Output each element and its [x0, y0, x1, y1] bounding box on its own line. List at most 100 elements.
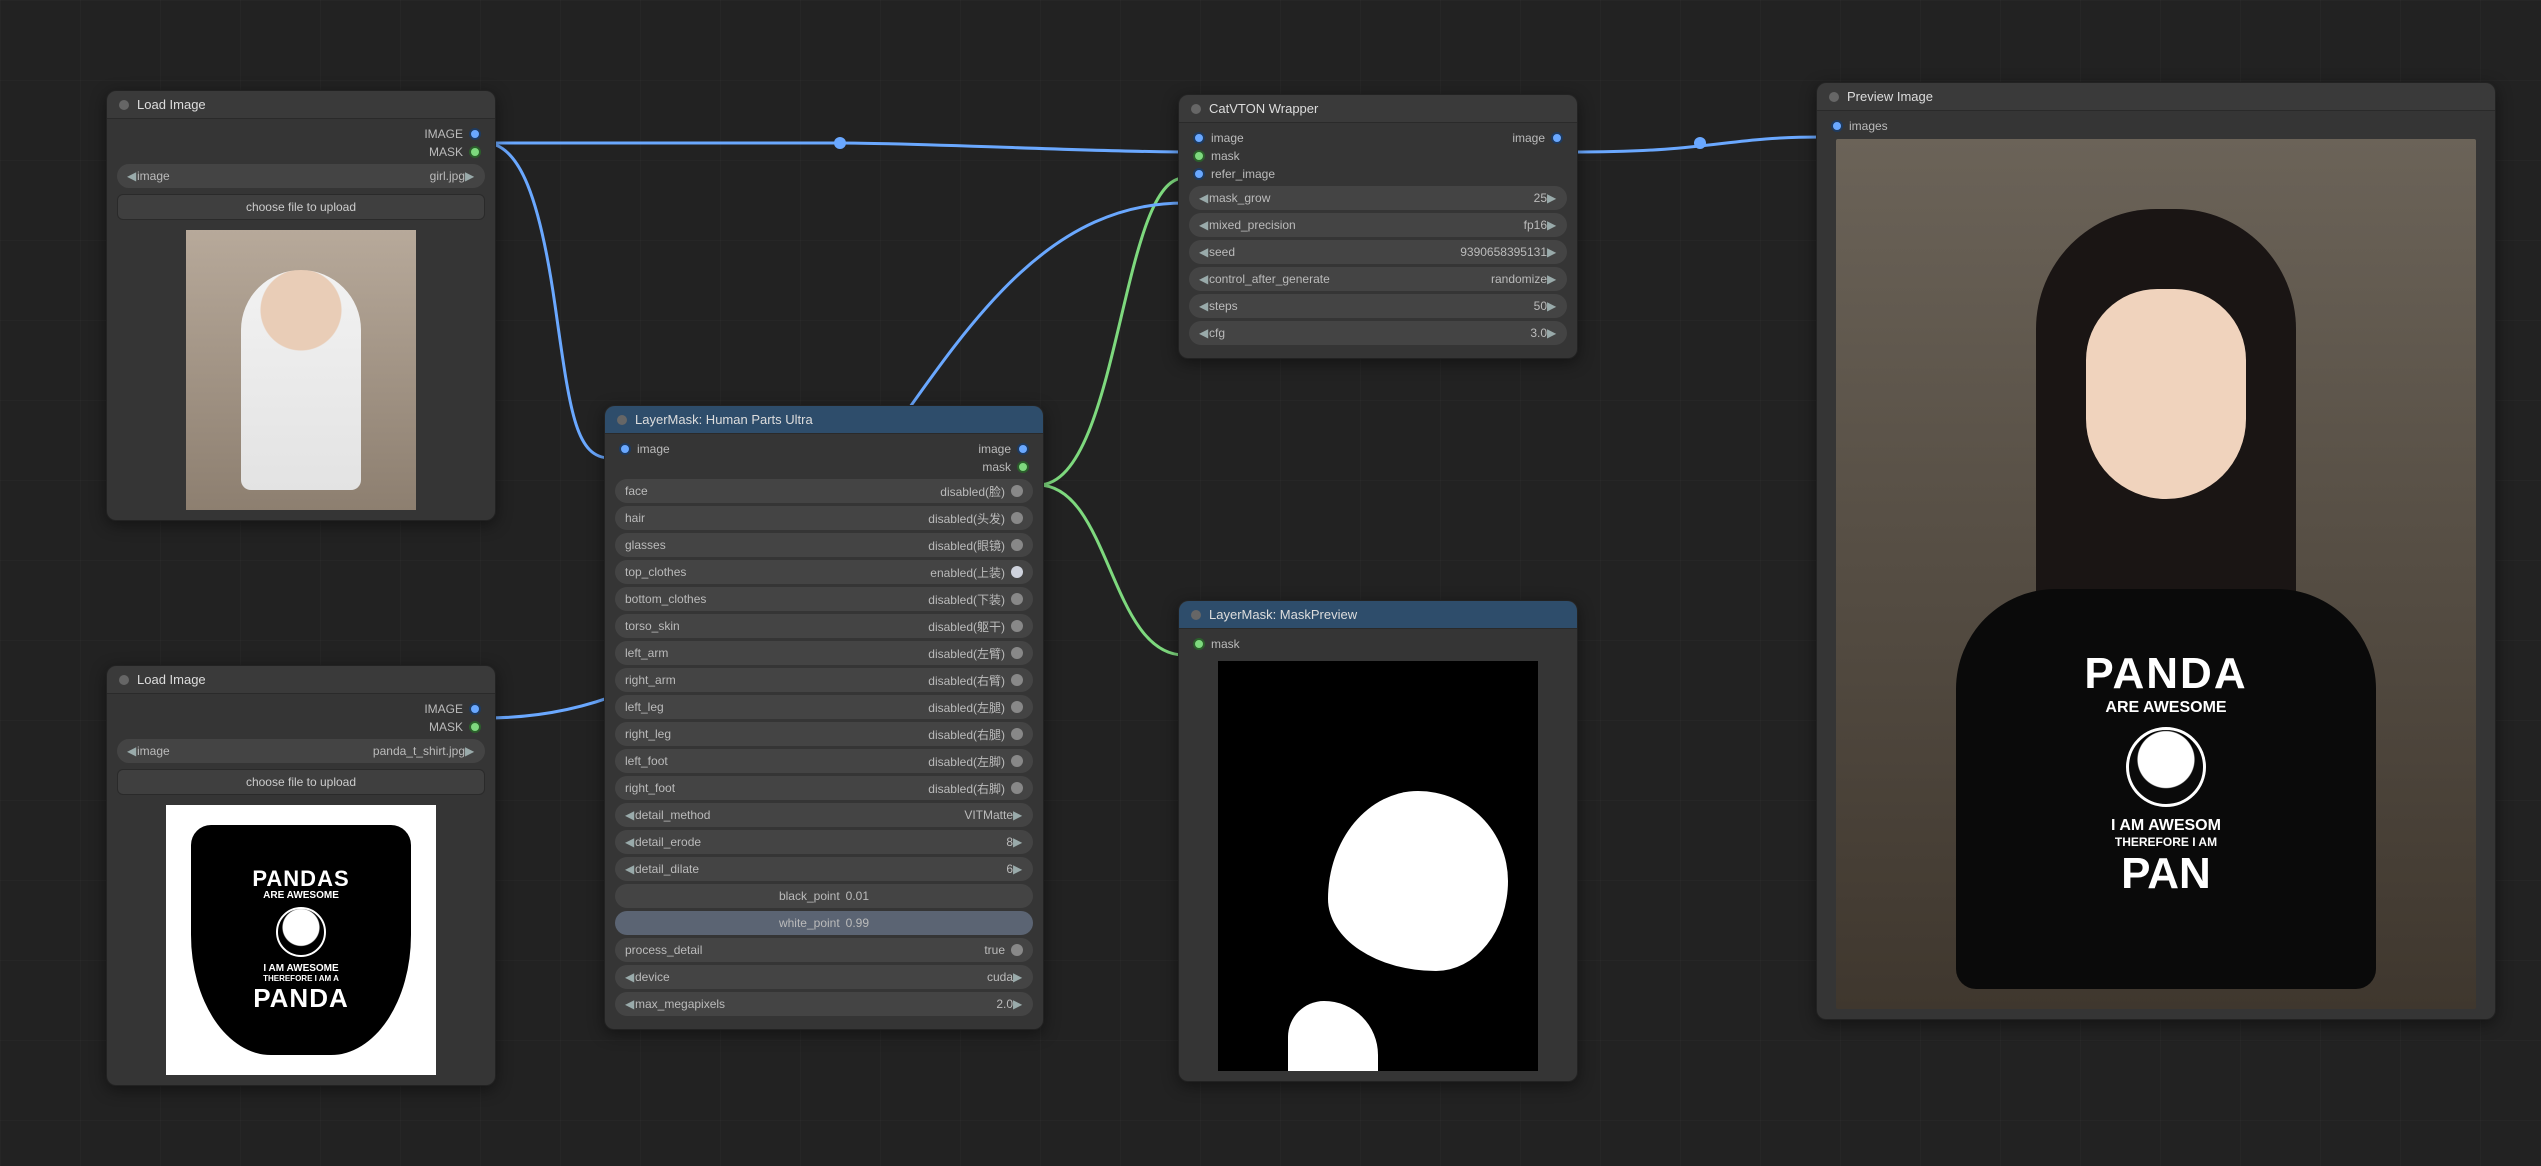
port-image-out-icon[interactable]	[469, 128, 481, 140]
param-part-left_foot[interactable]: left_footdisabled(左脚)	[615, 749, 1033, 773]
node-layermask-human-parts[interactable]: LayerMask: Human Parts Ultra image image…	[604, 405, 1044, 1030]
node-header[interactable]: Load Image	[107, 91, 495, 119]
toggle-dot-icon[interactable]	[1011, 755, 1023, 767]
port-mask-in-icon[interactable]	[1193, 150, 1205, 162]
toggle-dot-icon[interactable]	[1011, 512, 1023, 524]
param-image-select[interactable]: ◀ image panda_t_shirt.jpg ▶	[117, 739, 485, 763]
upload-button[interactable]: choose file to upload	[117, 769, 485, 795]
node-header[interactable]: CatVTON Wrapper	[1179, 95, 1577, 123]
param-steps[interactable]: ◀steps50▶	[1189, 294, 1567, 318]
toggle-dot-icon[interactable]	[1011, 647, 1023, 659]
input-refer-image[interactable]: refer_image	[1189, 165, 1567, 183]
chevron-right-icon[interactable]: ▶	[1547, 218, 1557, 232]
port-image-out-icon[interactable]	[1017, 443, 1029, 455]
chevron-left-icon[interactable]: ◀	[1199, 272, 1209, 286]
chevron-left-icon[interactable]: ◀	[1199, 218, 1209, 232]
param-part-left_leg[interactable]: left_legdisabled(左腿)	[615, 695, 1033, 719]
param-max-megapixels[interactable]: ◀ max_megapixels 2.0 ▶	[615, 992, 1033, 1016]
output-image[interactable]: image	[1512, 131, 1563, 145]
input-mask[interactable]: mask	[1189, 147, 1567, 165]
param-control_after_generate[interactable]: ◀control_after_generaterandomize▶	[1189, 267, 1567, 291]
param-detail-dilate[interactable]: ◀ detail_dilate 6 ▶	[615, 857, 1033, 881]
param-part-right_foot[interactable]: right_footdisabled(右脚)	[615, 776, 1033, 800]
param-part-hair[interactable]: hairdisabled(头发)	[615, 506, 1033, 530]
param-process-detail[interactable]: process_detail true	[615, 938, 1033, 962]
input-image[interactable]: image	[619, 442, 670, 456]
chevron-right-icon[interactable]: ▶	[1013, 997, 1023, 1011]
param-part-bottom_clothes[interactable]: bottom_clothesdisabled(下装)	[615, 587, 1033, 611]
chevron-left-icon[interactable]: ◀	[625, 997, 635, 1011]
port-mask-out-icon[interactable]	[1017, 461, 1029, 473]
node-mask-preview[interactable]: LayerMask: MaskPreview mask	[1178, 600, 1578, 1082]
chevron-right-icon[interactable]: ▶	[1013, 808, 1023, 822]
node-preview-image[interactable]: Preview Image images PANDA ARE AWESOME I…	[1816, 82, 2496, 1020]
upload-button[interactable]: choose file to upload	[117, 194, 485, 220]
param-detail-method[interactable]: ◀ detail_method VITMatte ▶	[615, 803, 1033, 827]
toggle-dot-icon[interactable]	[1011, 782, 1023, 794]
collapse-dot-icon[interactable]	[119, 675, 129, 685]
port-image-out-icon[interactable]	[1551, 132, 1563, 144]
chevron-left-icon[interactable]: ◀	[625, 970, 635, 984]
param-white-point[interactable]: white_point 0.99	[615, 911, 1033, 935]
param-part-face[interactable]: facedisabled(脸)	[615, 479, 1033, 503]
port-mask-out-icon[interactable]	[469, 146, 481, 158]
chevron-right-icon[interactable]: ▶	[1547, 272, 1557, 286]
collapse-dot-icon[interactable]	[617, 415, 627, 425]
node-header[interactable]: Load Image	[107, 666, 495, 694]
param-seed[interactable]: ◀seed9390658395131▶	[1189, 240, 1567, 264]
toggle-dot-icon[interactable]	[1011, 485, 1023, 497]
port-images-in-icon[interactable]	[1831, 120, 1843, 132]
collapse-dot-icon[interactable]	[1191, 104, 1201, 114]
chevron-right-icon[interactable]: ▶	[1547, 245, 1557, 259]
node-header[interactable]: LayerMask: Human Parts Ultra	[605, 406, 1043, 434]
output-image[interactable]: IMAGE	[117, 125, 485, 143]
toggle-dot-icon[interactable]	[1011, 593, 1023, 605]
output-mask[interactable]: MASK	[117, 718, 485, 736]
chevron-right-icon[interactable]: ▶	[1013, 862, 1023, 876]
output-mask[interactable]: mask	[615, 458, 1033, 476]
param-device[interactable]: ◀ device cuda ▶	[615, 965, 1033, 989]
node-header[interactable]: LayerMask: MaskPreview	[1179, 601, 1577, 629]
chevron-left-icon[interactable]: ◀	[127, 169, 137, 183]
chevron-left-icon[interactable]: ◀	[1199, 245, 1209, 259]
input-image[interactable]: image	[1193, 131, 1244, 145]
param-cfg[interactable]: ◀cfg3.0▶	[1189, 321, 1567, 345]
node-load-image-2[interactable]: Load Image IMAGE MASK ◀ image panda_t_sh…	[106, 665, 496, 1086]
toggle-dot-icon[interactable]	[1011, 674, 1023, 686]
collapse-dot-icon[interactable]	[1191, 610, 1201, 620]
chevron-left-icon[interactable]: ◀	[625, 808, 635, 822]
port-refer-image-in-icon[interactable]	[1193, 168, 1205, 180]
chevron-right-icon[interactable]: ▶	[1013, 970, 1023, 984]
chevron-right-icon[interactable]: ▶	[1013, 835, 1023, 849]
chevron-left-icon[interactable]: ◀	[127, 744, 137, 758]
output-image[interactable]: image	[978, 442, 1029, 456]
param-detail-erode[interactable]: ◀ detail_erode 8 ▶	[615, 830, 1033, 854]
param-part-top_clothes[interactable]: top_clothesenabled(上装)	[615, 560, 1033, 584]
port-image-in-icon[interactable]	[1193, 132, 1205, 144]
port-image-out-icon[interactable]	[469, 703, 481, 715]
toggle-dot-icon[interactable]	[1011, 944, 1023, 956]
chevron-left-icon[interactable]: ◀	[1199, 326, 1209, 340]
chevron-right-icon[interactable]: ▶	[1547, 191, 1557, 205]
input-mask[interactable]: mask	[1189, 635, 1567, 653]
chevron-left-icon[interactable]: ◀	[625, 862, 635, 876]
node-catvton-wrapper[interactable]: CatVTON Wrapper image image mask refer_i…	[1178, 94, 1578, 359]
param-part-torso_skin[interactable]: torso_skindisabled(躯干)	[615, 614, 1033, 638]
chevron-right-icon[interactable]: ▶	[1547, 326, 1557, 340]
output-mask[interactable]: MASK	[117, 143, 485, 161]
param-black-point[interactable]: black_point 0.01	[615, 884, 1033, 908]
chevron-left-icon[interactable]: ◀	[625, 835, 635, 849]
toggle-dot-icon[interactable]	[1011, 728, 1023, 740]
param-mixed_precision[interactable]: ◀mixed_precisionfp16▶	[1189, 213, 1567, 237]
chevron-right-icon[interactable]: ▶	[465, 744, 475, 758]
port-mask-in-icon[interactable]	[1193, 638, 1205, 650]
collapse-dot-icon[interactable]	[1829, 92, 1839, 102]
param-mask_grow[interactable]: ◀mask_grow25▶	[1189, 186, 1567, 210]
chevron-left-icon[interactable]: ◀	[1199, 191, 1209, 205]
param-part-right_leg[interactable]: right_legdisabled(右腿)	[615, 722, 1033, 746]
chevron-right-icon[interactable]: ▶	[1547, 299, 1557, 313]
output-image[interactable]: IMAGE	[117, 700, 485, 718]
param-part-glasses[interactable]: glassesdisabled(眼镜)	[615, 533, 1033, 557]
param-image-select[interactable]: ◀ image girl.jpg ▶	[117, 164, 485, 188]
toggle-dot-icon[interactable]	[1011, 620, 1023, 632]
